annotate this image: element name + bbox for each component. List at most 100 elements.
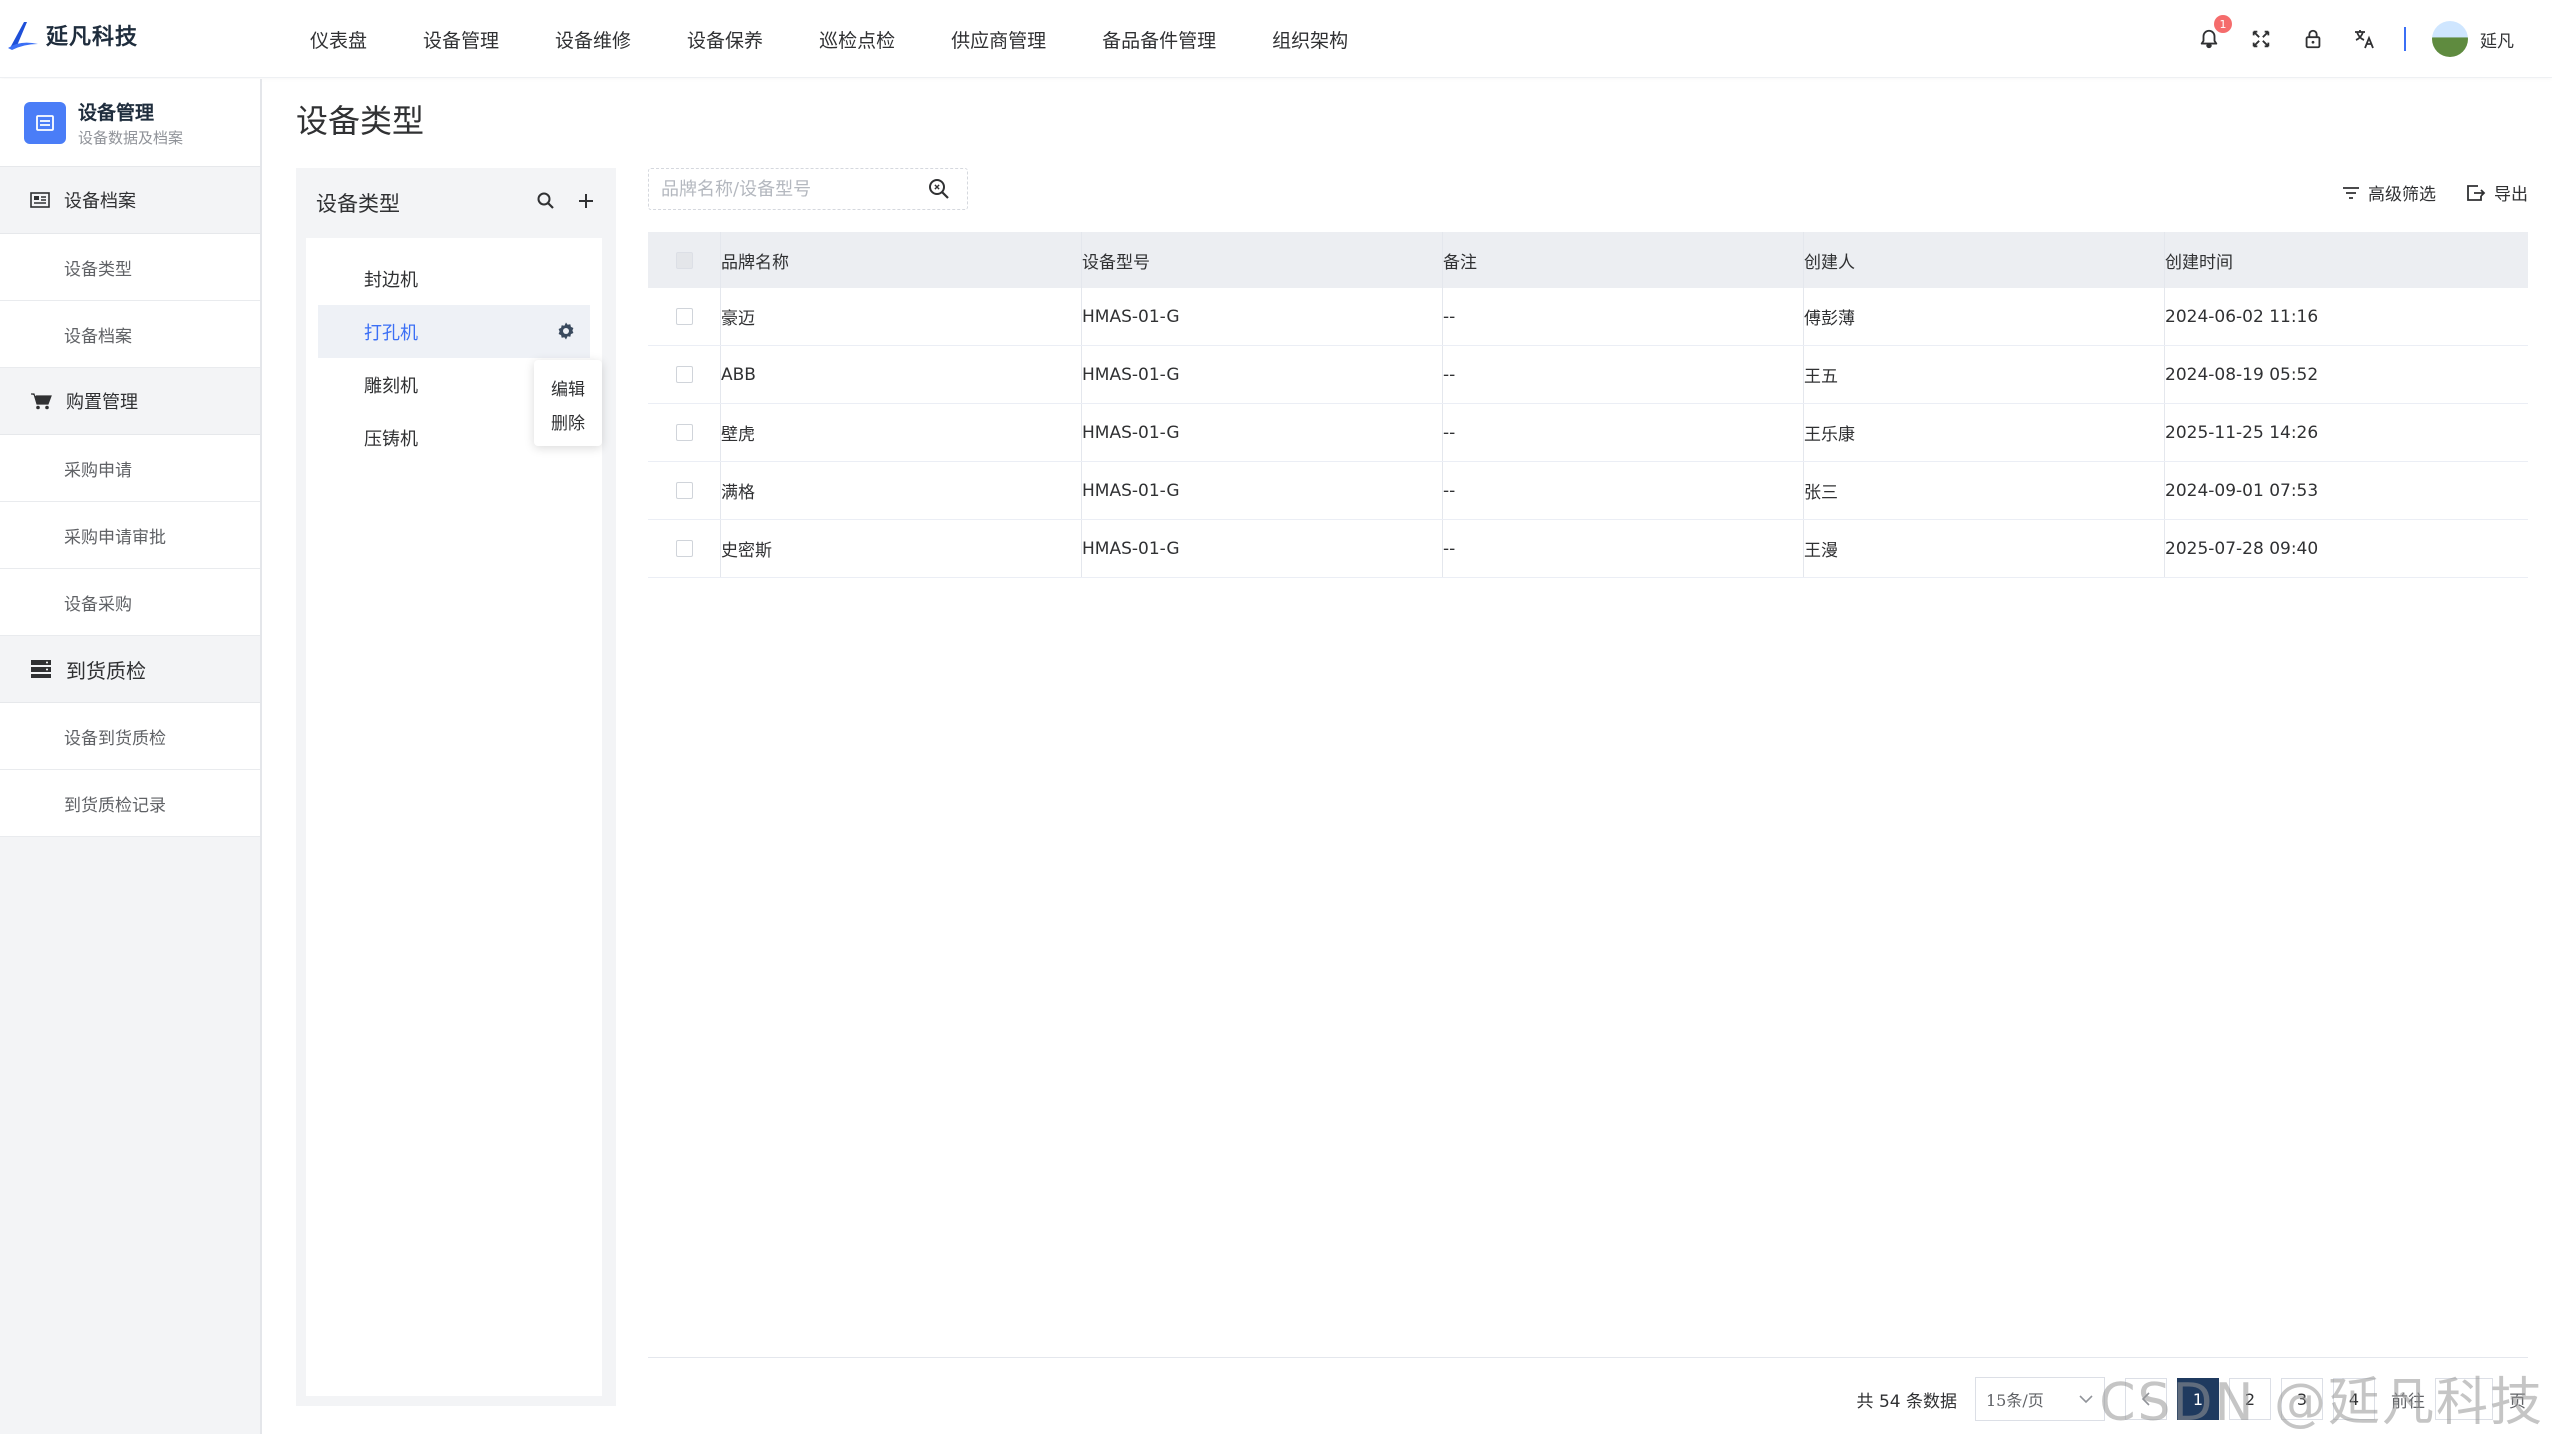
sidebar-item-check-records[interactable]: 到货质检记录 — [0, 770, 260, 837]
cell-brand: 豪迈 — [720, 288, 1081, 345]
brand-logo-icon — [8, 22, 38, 50]
add-icon[interactable] — [576, 191, 596, 215]
table-row[interactable]: 豪迈 HMAS-01-G -- 傅彭薄 2024-06-02 11:16 — [648, 288, 2528, 346]
column-header[interactable]: 设备型号 — [1081, 232, 1442, 288]
cell-brand: 史密斯 — [720, 520, 1081, 577]
jump-prefix: 前往 — [2391, 1391, 2425, 1412]
edit-menu-item[interactable]: 编辑 — [534, 370, 602, 404]
cell-creator: 王漫 — [1803, 520, 2164, 577]
top-nav: 仪表盘 设备管理 设备维修 设备保养 巡检点检 供应商管理 备品备件管理 组织架… — [282, 0, 1376, 78]
cell-creator: 张三 — [1803, 462, 2164, 519]
search-icon[interactable] — [927, 177, 951, 205]
topnav-organization[interactable]: 组织架构 — [1244, 26, 1376, 53]
sidebar-item-purchase-request[interactable]: 采购申请 — [0, 435, 260, 502]
topnav-equipment[interactable]: 设备管理 — [395, 26, 527, 53]
row-checkbox[interactable] — [675, 308, 693, 325]
column-header[interactable]: 创建时间 — [2164, 232, 2528, 288]
delete-menu-item[interactable]: 删除 — [534, 404, 602, 438]
gear-icon[interactable] — [556, 321, 576, 346]
page-button[interactable]: 4 — [2333, 1378, 2375, 1420]
table-header: 品牌名称 设备型号 备注 创建人 创建时间 — [648, 232, 2528, 288]
sidebar-item-purchase-approval[interactable]: 采购申请审批 — [0, 502, 260, 569]
table-row[interactable]: ABB HMAS-01-G -- 王五 2024-08-19 05:52 — [648, 346, 2528, 404]
topnav-inspection[interactable]: 巡检点检 — [791, 26, 923, 53]
topnav-maintenance[interactable]: 设备保养 — [659, 26, 791, 53]
cell-created-time: 2025-11-25 14:26 — [2164, 404, 2528, 461]
lock-icon[interactable] — [2300, 26, 2326, 52]
select-all-checkbox[interactable] — [675, 251, 693, 269]
table-row[interactable]: 史密斯 HMAS-01-G -- 王漫 2025-07-28 09:40 — [648, 520, 2528, 578]
server-icon — [31, 660, 51, 678]
row-checkbox[interactable] — [675, 540, 693, 557]
archive-icon — [30, 192, 50, 208]
sidebar-group-quality-check[interactable]: 到货质检 — [0, 636, 260, 703]
sidebar-group-purchase[interactable]: 购置管理 — [0, 368, 260, 435]
translate-icon[interactable] — [2352, 26, 2378, 52]
sidebar-item-arrival-check[interactable]: 设备到货质检 — [0, 703, 260, 770]
export-icon — [2467, 184, 2486, 201]
sidebar: 设备管理 设备数据及档案 设备档案 设备类型 设备档案 购置管理 采购申请 采购… — [0, 79, 262, 1434]
cell-created-time: 2024-06-02 11:16 — [2164, 288, 2528, 345]
page-button[interactable]: 3 — [2281, 1378, 2323, 1420]
cell-remark: -- — [1442, 288, 1803, 345]
jump-page-input[interactable] — [2435, 1378, 2493, 1420]
row-checkbox[interactable] — [675, 424, 693, 441]
sidebar-item-equipment-purchase[interactable]: 设备采购 — [0, 569, 260, 636]
row-checkbox-cell — [648, 288, 720, 345]
cell-brand: ABB — [720, 346, 1081, 403]
bell-icon[interactable]: 1 — [2196, 15, 2232, 52]
cell-model: HMAS-01-G — [1081, 520, 1442, 577]
tree-node-label: 打孔机 — [364, 322, 418, 344]
sidebar-item-equipment-archive[interactable]: 设备档案 — [0, 301, 260, 368]
cell-remark: -- — [1442, 520, 1803, 577]
cell-remark: -- — [1442, 346, 1803, 403]
row-checkbox-cell — [648, 346, 720, 403]
export-label: 导出 — [2494, 185, 2528, 205]
header-actions: 1 延凡 — [2196, 0, 2514, 78]
prev-page-button[interactable] — [2125, 1378, 2167, 1420]
cell-created-time: 2025-07-28 09:40 — [2164, 520, 2528, 577]
cell-model: HMAS-01-G — [1081, 404, 1442, 461]
topnav-supplier[interactable]: 供应商管理 — [923, 26, 1074, 53]
table-row[interactable]: 壁虎 HMAS-01-G -- 王乐康 2025-11-25 14:26 — [648, 404, 2528, 462]
search-icon[interactable] — [536, 191, 556, 215]
avatar[interactable] — [2432, 21, 2468, 57]
row-checkbox[interactable] — [675, 366, 693, 383]
page-title: 设备类型 — [296, 102, 425, 140]
brand-name: 延凡科技 — [46, 25, 139, 50]
sidebar-header: 设备管理 设备数据及档案 — [0, 79, 260, 167]
row-checkbox[interactable] — [675, 482, 693, 499]
pagination: 共 54 条数据 15条/页 1 2 3 4 前往 页 — [1857, 1376, 2526, 1422]
fullscreen-icon[interactable] — [2248, 26, 2274, 52]
sidebar-group-archive[interactable]: 设备档案 — [0, 167, 260, 234]
table-toolbar: 高级筛选 导出 — [2342, 180, 2528, 205]
search-input[interactable] — [661, 178, 911, 200]
column-header[interactable]: 创建人 — [1803, 232, 2164, 288]
sidebar-item-equipment-type[interactable]: 设备类型 — [0, 234, 260, 301]
column-header[interactable]: 备注 — [1442, 232, 1803, 288]
page-button-current[interactable]: 1 — [2177, 1378, 2219, 1420]
cell-remark: -- — [1442, 404, 1803, 461]
equipment-type-table: 品牌名称 设备型号 备注 创建人 创建时间 豪迈 HMAS-01-G -- 傅彭… — [648, 232, 2528, 578]
brand-logo[interactable]: 延凡科技 — [6, 18, 138, 52]
tree-header: 设备类型 — [296, 168, 616, 238]
topnav-repair[interactable]: 设备维修 — [527, 26, 659, 53]
table-row[interactable]: 满格 HMAS-01-G -- 张三 2024-09-01 07:53 — [648, 462, 2528, 520]
export-button[interactable]: 导出 — [2466, 180, 2528, 205]
sidebar-group-label: 到货质检 — [66, 658, 146, 683]
row-checkbox-cell — [648, 462, 720, 519]
column-header[interactable]: 品牌名称 — [720, 232, 1081, 288]
username[interactable]: 延凡 — [2480, 27, 2514, 52]
tree-node-active[interactable]: 打孔机 — [318, 305, 590, 358]
cell-brand: 满格 — [720, 462, 1081, 519]
cell-creator: 傅彭薄 — [1803, 288, 2164, 345]
module-title: 设备管理 — [78, 101, 155, 124]
topnav-dashboard[interactable]: 仪表盘 — [282, 26, 395, 53]
header-divider — [2404, 27, 2406, 51]
total-count: 共 54 条数据 — [1856, 1391, 1957, 1412]
page-button[interactable]: 2 — [2229, 1378, 2271, 1420]
page-size-select[interactable]: 15条/页 — [1975, 1377, 2105, 1421]
advanced-filter-button[interactable]: 高级筛选 — [2342, 180, 2436, 205]
tree-node[interactable]: 封边机 — [318, 252, 590, 305]
topnav-spare-parts[interactable]: 备品备件管理 — [1074, 26, 1244, 53]
